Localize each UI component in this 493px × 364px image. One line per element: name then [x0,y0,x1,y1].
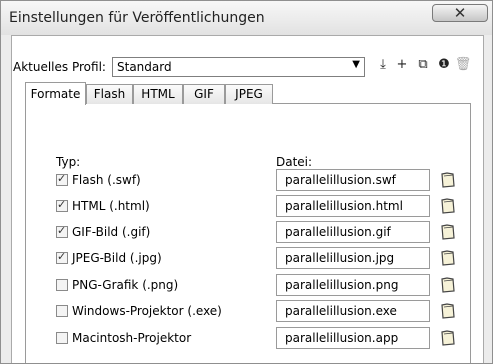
chevron-down-icon: ▼ [352,59,360,70]
tab-jpeg[interactable]: JPEG [225,84,273,104]
folder-icon[interactable] [439,197,457,215]
folder-icon[interactable] [439,276,457,294]
tab-html[interactable]: HTML [133,84,183,104]
folder-icon[interactable] [439,329,457,347]
tab-formate[interactable]: Formate [25,82,86,105]
delete-profile-icon[interactable]: 🗑 [454,55,472,75]
import-export-icon[interactable]: ⤓ [374,55,392,75]
format-label[interactable]: Windows-Projektor (.exe) [72,304,222,318]
filename-input[interactable]: parallelillusion.png [276,274,430,296]
format-checkbox[interactable] [56,224,68,238]
format-checkbox[interactable] [56,305,68,317]
duplicate-profile-icon[interactable]: ⧉ [414,55,432,75]
folder-icon[interactable] [439,171,457,189]
format-label[interactable]: PNG-Grafik (.png) [72,278,178,292]
publish-settings-dialog: Einstellungen für Veröffentlichungen ✕ A… [0,0,493,364]
format-label[interactable]: GIF-Bild (.gif) [72,225,150,239]
title-bar[interactable]: Einstellungen für Veröffentlichungen ✕ [1,1,492,35]
profile-select[interactable]: Standard ▼ [112,57,365,77]
profile-label: Aktuelles Profil: [13,60,106,74]
filename-input[interactable]: parallelillusion.exe [276,300,430,322]
file-column-label: Datei: [276,155,313,169]
close-button[interactable]: ✕ [432,4,488,22]
format-label[interactable]: Macintosh-Projektor [72,331,191,345]
format-label[interactable]: HTML (.html) [72,199,150,213]
folder-icon[interactable] [439,302,457,320]
filename-input[interactable]: parallelillusion.gif [276,221,430,243]
add-profile-icon[interactable]: + [393,55,411,75]
filename-input[interactable]: parallelillusion.app [276,327,430,349]
close-icon: ✕ [453,4,467,22]
format-checkbox[interactable] [56,279,68,291]
type-column-label: Typ: [56,155,81,169]
filename-input[interactable]: parallelillusion.html [276,195,430,217]
profile-value: Standard [117,60,172,74]
tab-gif[interactable]: GIF [183,84,225,104]
format-label[interactable]: JPEG-Bild (.jpg) [72,251,162,265]
format-checkbox[interactable] [56,172,68,186]
format-checkbox[interactable] [56,332,68,344]
format-checkbox[interactable] [56,198,68,212]
tab-flash[interactable]: Flash [86,84,133,104]
folder-icon[interactable] [439,223,457,241]
format-checkbox[interactable] [56,250,68,264]
format-label[interactable]: Flash (.swf) [72,173,141,187]
dialog-title: Einstellungen für Veröffentlichungen [9,10,265,26]
filename-input[interactable]: parallelillusion.swf [276,169,430,191]
filename-input[interactable]: parallelillusion.jpg [276,247,430,269]
profile-properties-icon[interactable]: ❶ [435,55,453,75]
folder-icon[interactable] [439,249,457,267]
